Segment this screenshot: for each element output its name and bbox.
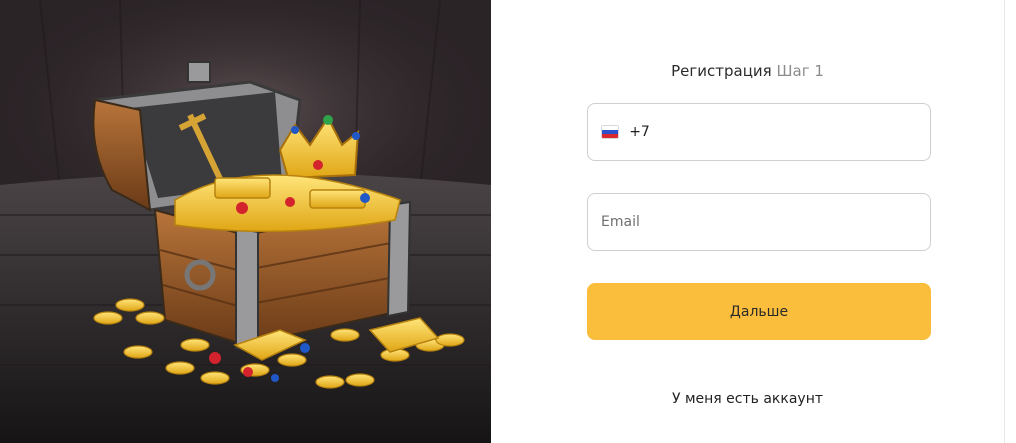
have-account-link[interactable]: У меня есть аккаунт — [491, 391, 1004, 407]
scrollbar[interactable] — [1004, 0, 1016, 443]
form-title: Регистрация Шаг 1 — [491, 62, 1004, 80]
email-field[interactable] — [587, 193, 931, 251]
promo-illustration-panel — [0, 0, 491, 443]
russia-flag-icon[interactable] — [601, 125, 620, 139]
treasure-chest-illustration — [0, 0, 491, 443]
email-input[interactable] — [601, 214, 930, 230]
registration-page: Регистрация Шаг 1 +7 Дальше У меня есть … — [0, 0, 1016, 443]
phone-field[interactable]: +7 — [587, 103, 931, 161]
phone-input[interactable] — [649, 124, 930, 140]
step-indicator: Шаг 1 — [776, 62, 824, 80]
country-code: +7 — [629, 124, 650, 140]
title-text: Регистрация — [671, 62, 772, 80]
next-button[interactable]: Дальше — [587, 283, 931, 340]
registration-form-panel: Регистрация Шаг 1 +7 Дальше У меня есть … — [491, 0, 1004, 443]
